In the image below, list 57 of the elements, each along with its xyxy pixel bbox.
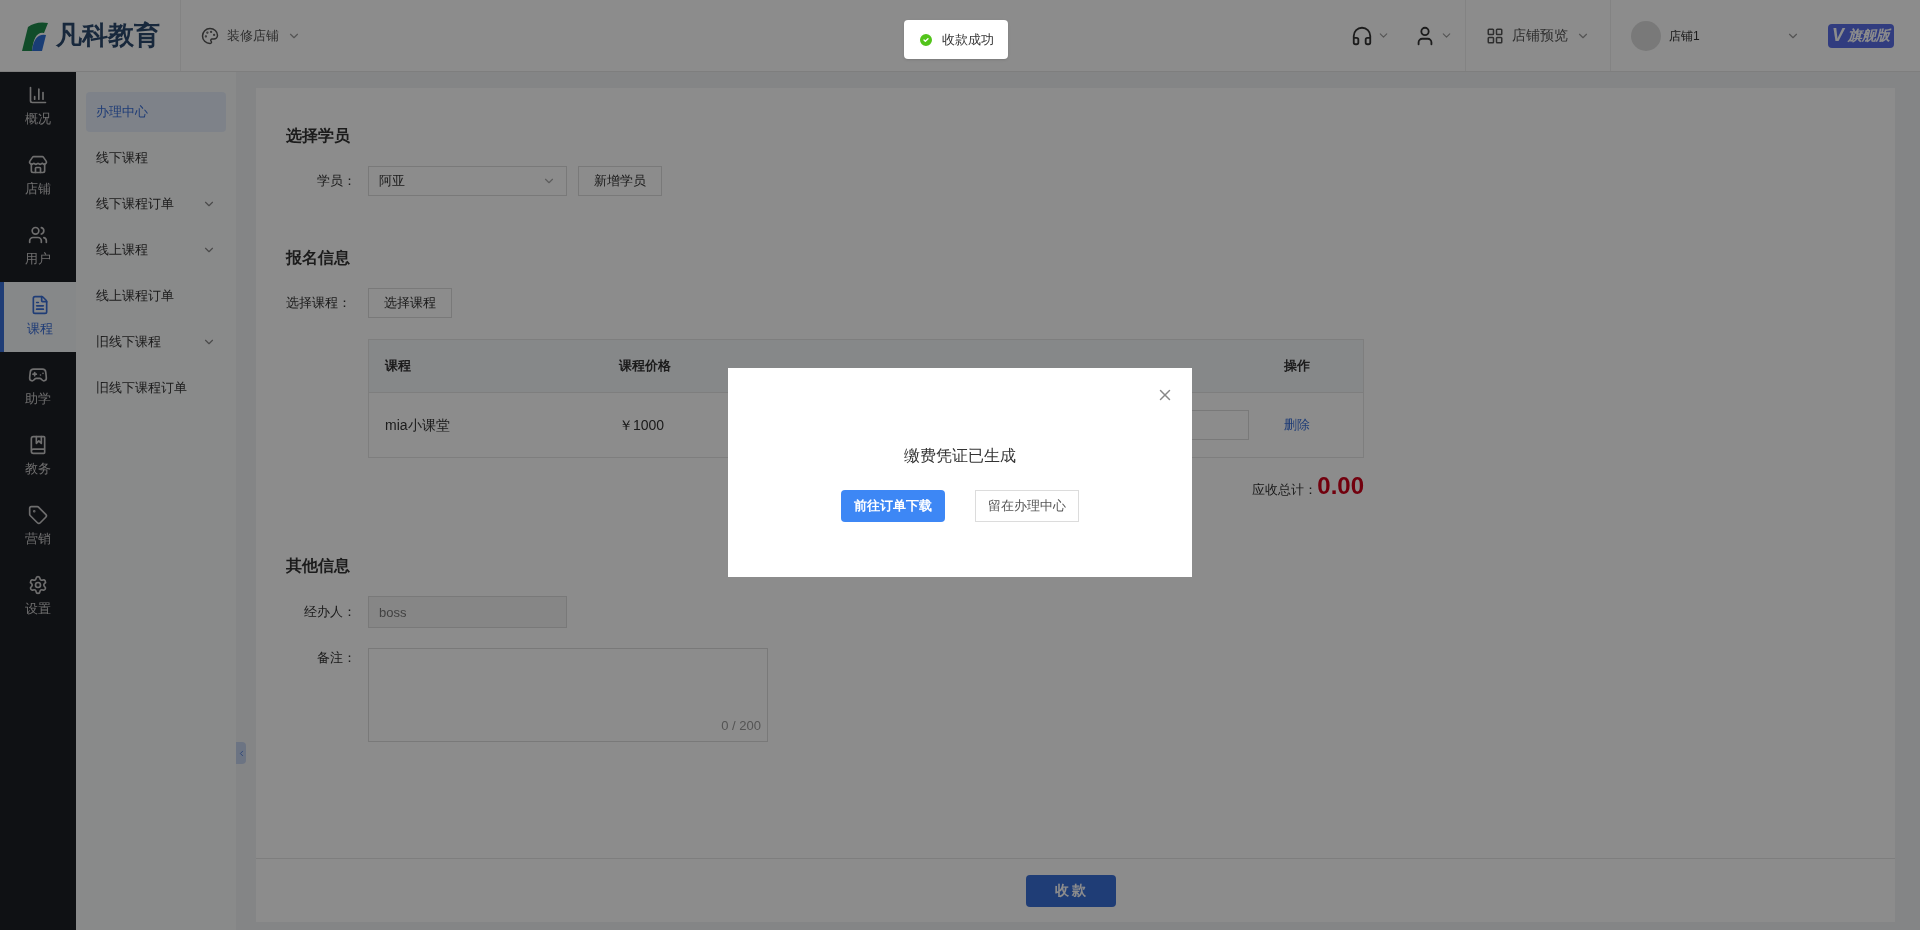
column-header: 课程价格	[619, 357, 672, 376]
check-icon	[918, 31, 934, 48]
add-student-button[interactable]: 新增学员	[578, 166, 662, 196]
rail-item[interactable]: 助学	[0, 352, 76, 422]
rail-item[interactable]: 设置	[0, 562, 76, 632]
collect-button[interactable]: 收 款	[1025, 874, 1116, 907]
palette-icon	[201, 26, 219, 45]
rail-item[interactable]: 店铺	[0, 142, 76, 212]
submenu-item[interactable]: 线上课程	[86, 230, 226, 270]
char-counter: 0 / 200	[721, 716, 761, 735]
book-icon	[28, 435, 48, 456]
grid-icon	[1486, 26, 1504, 45]
total-amount: 0.00	[1317, 471, 1364, 501]
submenu-item[interactable]: 线下课程订单	[86, 184, 226, 224]
preview-link[interactable]: 店铺预览	[1512, 25, 1568, 46]
decorate-link[interactable]: 装修店铺	[227, 25, 279, 46]
select-course-button[interactable]: 选择课程	[368, 288, 452, 318]
total-label: 应收总计：	[1252, 481, 1318, 499]
submenu-item[interactable]: 办理中心	[86, 92, 226, 132]
rail-item[interactable]: 课程	[0, 282, 76, 352]
table-cell-text: mia小课堂	[384, 415, 451, 435]
store-icon	[28, 155, 48, 176]
field-label: 备注：	[316, 649, 357, 667]
tag-icon	[28, 505, 48, 526]
chart-icon	[28, 85, 48, 106]
support-icon[interactable]	[1351, 24, 1373, 47]
section-title: 选择学员	[286, 126, 351, 146]
note-textarea[interactable]: 0 / 200	[368, 648, 768, 742]
student-select[interactable]: 阿亚	[368, 166, 567, 196]
success-toast: 收款成功	[904, 20, 1008, 59]
rail-item[interactable]: 教务	[0, 422, 76, 492]
field-label: 经办人：	[303, 603, 357, 622]
section-title: 报名信息	[286, 248, 351, 268]
submenu-item[interactable]: 线下课程	[86, 138, 226, 178]
users-icon	[28, 225, 48, 246]
submenu-item[interactable]: 线上课程订单	[86, 276, 226, 316]
edition-badge: V 旗舰版	[1828, 23, 1894, 48]
submenu-item[interactable]: 旧线下课程订单	[86, 368, 226, 408]
rail-item[interactable]: 概况	[0, 72, 76, 142]
download-button[interactable]: 前往订单下载	[841, 490, 945, 522]
document-icon	[30, 295, 50, 316]
submenu-item[interactable]: 旧线下课程	[86, 322, 226, 362]
logo-text: 凡科教育	[56, 19, 160, 52]
field-label: 学员：	[316, 172, 357, 191]
column-header: 课程	[383, 357, 412, 376]
collapse-handle[interactable]	[236, 742, 246, 764]
field-label: 选择课程：	[286, 294, 352, 313]
stay-button[interactable]: 留在办理中心	[975, 490, 1079, 522]
section-title: 其他信息	[286, 556, 351, 576]
rail-item[interactable]: 用户	[0, 212, 76, 282]
column-header: 操作	[1284, 357, 1311, 376]
table-cell-text: ￥1000	[619, 415, 666, 435]
dialog-message: 缴费凭证已生成	[904, 446, 1016, 466]
rail-item[interactable]: 营销	[0, 492, 76, 562]
shop-name[interactable]: 店铺1	[1669, 26, 1786, 45]
delete-link[interactable]: 删除	[1284, 415, 1363, 435]
settings-icon	[28, 575, 48, 596]
